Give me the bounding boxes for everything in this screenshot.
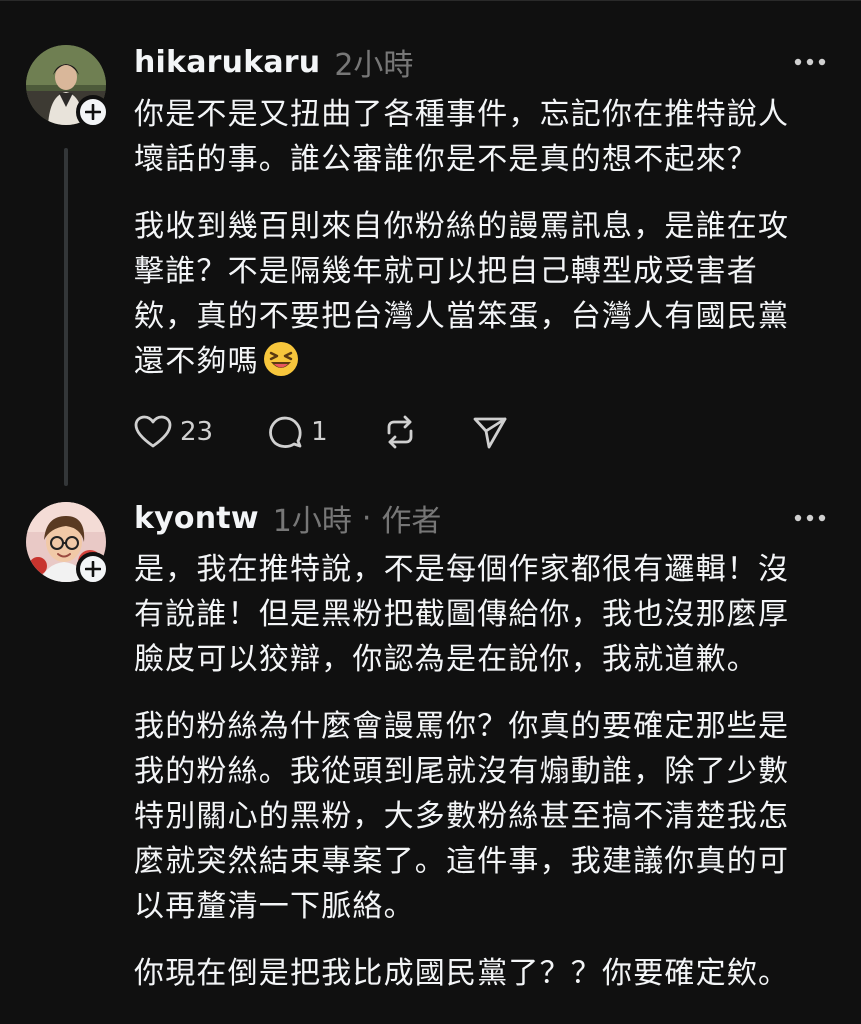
plus-icon [85, 561, 101, 577]
post-paragraph: 你現在倒是把我比成國民黨了？？你要確定欸。 [134, 956, 790, 991]
author-tag: 作者 [381, 504, 442, 539]
username[interactable]: kyontw [134, 501, 259, 536]
post-body: 是，我在推特說，不是每個作家都很有邏輯！沒 有說誰！但是黑粉把截圖傳給你，我也沒… [134, 547, 834, 1018]
meta-separator: · [361, 500, 372, 536]
thread-post: kyontw 1小時 · 作者 是，我在推特說，不是每個作家都很有邏輯！沒 有說… [0, 0, 861, 1024]
post-time[interactable]: 1小時 [273, 496, 352, 540]
post-header: kyontw 1小時 · 作者 [134, 496, 442, 540]
post-paragraph: 是，我在推特說，不是每個作家都很有邏輯！沒 有說誰！但是黑粉把截圖傳給你，我也沒… [134, 552, 790, 677]
avatar-container[interactable] [26, 502, 110, 586]
more-horizontal-icon [794, 514, 826, 522]
post-paragraph: 我的粉絲為什麼會謾罵你？你真的要確定那些是 我的粉絲。我從頭到尾就沒有煽動誰，除… [134, 709, 790, 924]
more-options-button[interactable] [790, 506, 830, 530]
follow-button[interactable] [76, 552, 110, 586]
